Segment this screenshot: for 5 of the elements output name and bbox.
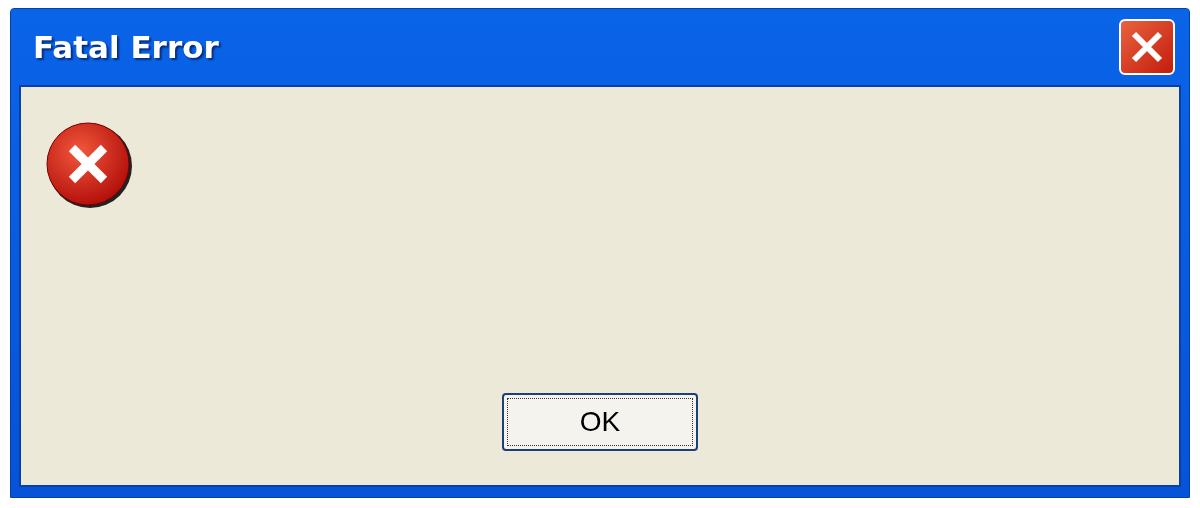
error-icon bbox=[45, 121, 133, 209]
close-icon bbox=[1130, 30, 1164, 64]
ok-button[interactable]: OK bbox=[502, 393, 698, 451]
close-button[interactable] bbox=[1119, 19, 1175, 75]
window-title: Fatal Error bbox=[33, 29, 219, 65]
